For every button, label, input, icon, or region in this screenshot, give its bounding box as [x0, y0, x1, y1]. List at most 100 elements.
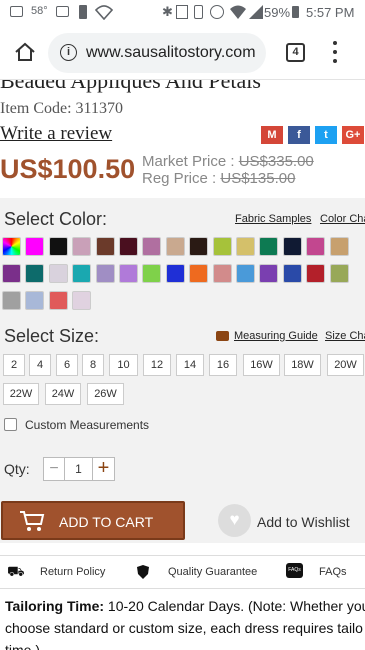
size-option[interactable]: 2: [3, 354, 25, 376]
weather-temp: 58°: [31, 5, 48, 17]
market-price: US$335.00: [238, 153, 314, 170]
size-option[interactable]: 24W: [45, 383, 81, 405]
faqs-link[interactable]: FAQs: [319, 566, 347, 578]
size-option[interactable]: 6: [56, 354, 78, 376]
color-swatch[interactable]: [306, 237, 326, 256]
size-chart-link[interactable]: Size Cha: [325, 330, 365, 342]
color-swatch[interactable]: [48, 264, 68, 283]
color-swatch[interactable]: [329, 264, 349, 283]
size-option[interactable]: 16: [209, 354, 237, 376]
twitter-share-icon[interactable]: t: [315, 126, 337, 144]
size-option[interactable]: 4: [29, 354, 51, 376]
video-play-icon: [216, 331, 229, 341]
add-to-cart-button[interactable]: ADD TO CART: [1, 501, 185, 540]
color-swatch[interactable]: [25, 237, 45, 256]
add-to-wishlist-link[interactable]: Add to Wishlist: [257, 514, 350, 530]
tailoring-label: Tailoring Time:: [5, 598, 105, 614]
overflow-menu-icon[interactable]: [333, 41, 337, 65]
qty-input[interactable]: 1: [65, 457, 92, 481]
nfc-icon: [176, 5, 188, 19]
color-swatch[interactable]: [25, 291, 45, 310]
color-swatch[interactable]: [189, 264, 209, 283]
size-option[interactable]: 18W: [284, 354, 321, 376]
color-swatch[interactable]: [72, 264, 92, 283]
bluetooth-icon: ✱: [162, 4, 173, 19]
color-swatch[interactable]: [189, 237, 209, 256]
reg-price-row: Reg Price : US$135.00: [142, 170, 295, 187]
color-swatch[interactable]: [119, 237, 138, 256]
color-chart-link[interactable]: Color Cha: [320, 213, 365, 225]
address-bar[interactable]: i www.sausalitostory.com: [48, 33, 266, 73]
color-swatch[interactable]: [2, 291, 21, 310]
return-policy-link[interactable]: Return Policy: [40, 566, 105, 578]
size-option[interactable]: 20W: [327, 354, 364, 376]
alarm-icon: [210, 5, 224, 19]
color-swatch[interactable]: [259, 264, 279, 283]
size-option[interactable]: 22W: [3, 383, 39, 405]
color-swatch[interactable]: [72, 237, 92, 256]
color-swatch[interactable]: [306, 264, 326, 283]
tailoring-time: Tailoring Time: 10-20 Calendar Days. (No…: [5, 598, 365, 614]
color-swatch[interactable]: [2, 237, 21, 256]
size-option[interactable]: 14: [176, 354, 204, 376]
size-option[interactable]: 10: [109, 354, 138, 376]
tailoring-line1: 10-20 Calendar Days. (Note: Whether you: [104, 598, 365, 614]
wifi-icon: [230, 5, 246, 19]
measuring-guide-link[interactable]: Measuring Guide: [234, 330, 318, 342]
info-icon[interactable]: i: [60, 44, 77, 61]
color-swatch[interactable]: [212, 237, 232, 256]
voicemail-icon: [56, 6, 69, 17]
color-swatch[interactable]: [25, 264, 45, 283]
write-review-link[interactable]: Write a review: [0, 123, 112, 145]
url-text[interactable]: www.sausalitostory.com: [86, 44, 256, 62]
faqs-icon: FAQs: [286, 563, 303, 578]
battery-saver-icon: [79, 5, 87, 19]
reg-price-label: Reg Price :: [142, 170, 217, 187]
battery-icon: [292, 6, 299, 18]
color-swatch[interactable]: [212, 264, 232, 283]
tailoring-line2: choose standard or custom size, each dre…: [5, 620, 363, 636]
color-swatch[interactable]: [48, 237, 68, 256]
size-option[interactable]: 8: [82, 354, 104, 376]
return-policy-icon: ⛟: [7, 563, 25, 579]
color-swatch[interactable]: [282, 264, 302, 283]
status-bar: 58° ✱ 59% 5:57 PM: [0, 0, 365, 26]
home-icon[interactable]: [14, 42, 36, 62]
color-swatch[interactable]: [2, 264, 21, 283]
sale-price: US$100.50: [0, 154, 136, 184]
color-swatch[interactable]: [236, 237, 255, 256]
color-swatch[interactable]: [72, 291, 92, 310]
size-option[interactable]: 12: [143, 354, 171, 376]
gmail-share-icon[interactable]: M: [261, 126, 283, 144]
color-swatch[interactable]: [236, 264, 255, 283]
custom-measurements-checkbox[interactable]: [4, 418, 17, 431]
color-swatch[interactable]: [142, 237, 162, 256]
color-swatch[interactable]: [95, 237, 115, 256]
facebook-share-icon[interactable]: f: [288, 126, 310, 144]
heart-icon[interactable]: ♥: [218, 504, 251, 537]
size-option[interactable]: 26W: [87, 383, 124, 405]
qty-decrease-button[interactable]: −: [43, 457, 65, 481]
wifi-outline-icon: [95, 5, 113, 20]
fabric-samples-link[interactable]: Fabric Samples: [235, 213, 311, 225]
cell-signal-icon: [249, 5, 263, 19]
color-swatch[interactable]: [282, 237, 302, 256]
google-plus-share-icon[interactable]: G+: [342, 126, 364, 144]
browser-toolbar: i www.sausalitostory.com 4: [0, 26, 365, 80]
color-swatch[interactable]: [165, 264, 185, 283]
gallery-icon: [10, 6, 23, 17]
color-swatch[interactable]: [119, 264, 138, 283]
tab-count[interactable]: 4: [286, 43, 305, 62]
size-option[interactable]: 16W: [243, 354, 280, 376]
quality-guarantee-link[interactable]: Quality Guarantee: [168, 566, 257, 578]
color-swatch[interactable]: [329, 237, 349, 256]
color-swatch[interactable]: [142, 264, 162, 283]
color-swatch[interactable]: [165, 237, 185, 256]
color-swatch[interactable]: [95, 264, 115, 283]
divider: [0, 555, 365, 556]
quality-shield-icon: [137, 565, 149, 579]
qty-increase-button[interactable]: +: [92, 457, 115, 481]
color-swatch[interactable]: [48, 291, 68, 310]
market-price-label: Market Price :: [142, 153, 235, 170]
color-swatch[interactable]: [259, 237, 279, 256]
